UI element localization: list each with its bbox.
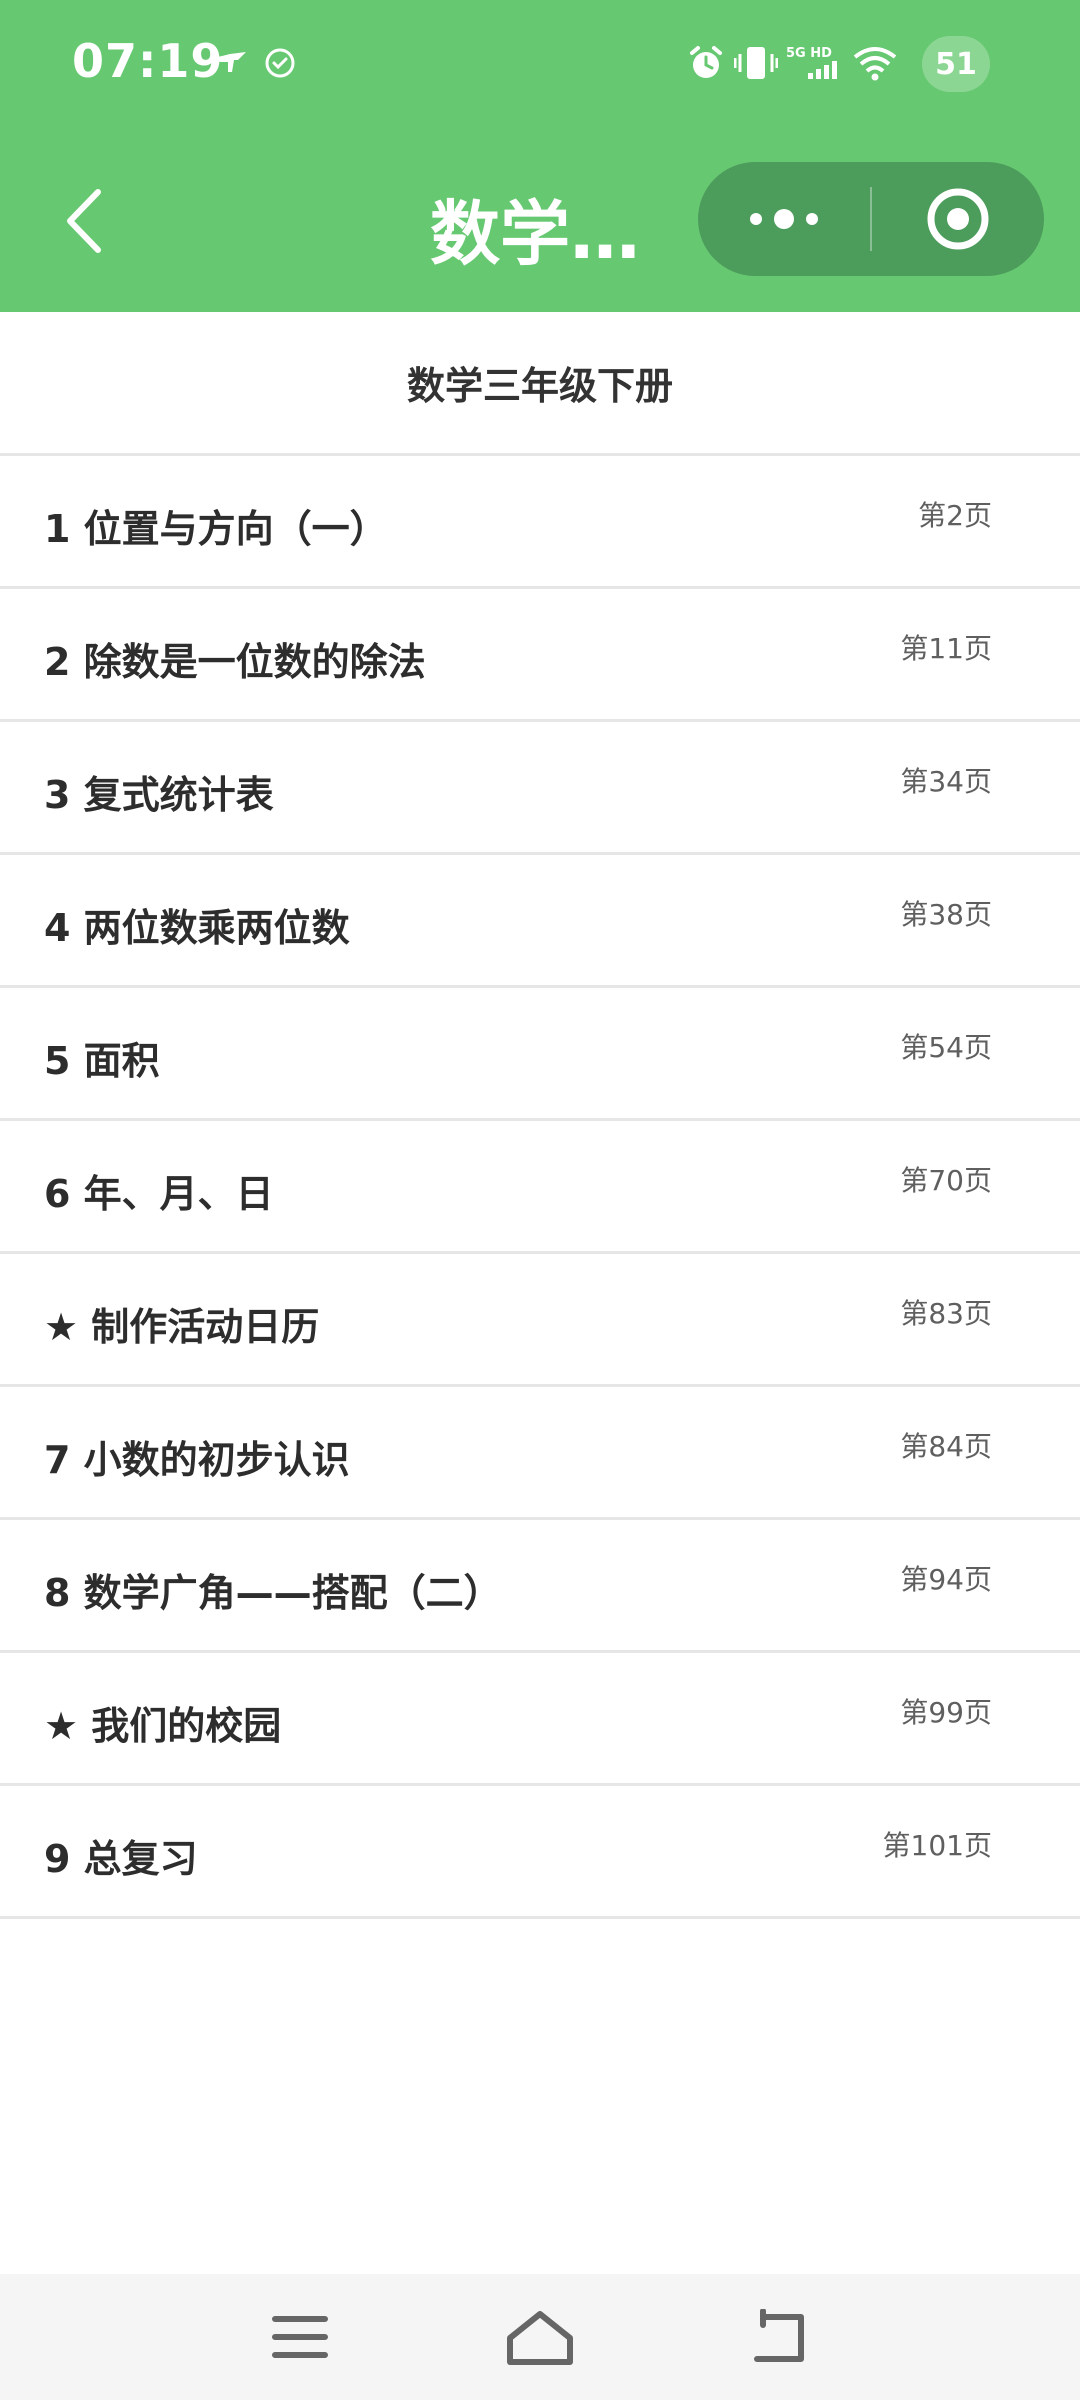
chapter-name: 3 复式统计表 [44, 773, 274, 817]
chapter-name: 7 小数的初步认识 [44, 1438, 350, 1482]
chapter-name: ★ 我们的校园 [44, 1704, 282, 1748]
content-area: 数学三年级下册 1 位置与方向（一） 第2页 2 除数是一位数的除法 第11页 … [0, 312, 1080, 1919]
chapter-row[interactable]: 8 数学广角——搭配（二） 第94页 [0, 1520, 1080, 1653]
target-icon [927, 188, 989, 250]
chapter-row[interactable]: ★ 我们的校园 第99页 [0, 1653, 1080, 1786]
check-circle-icon [262, 46, 298, 80]
chapter-row[interactable]: ★ 制作活动日历 第83页 [0, 1254, 1080, 1387]
book-title: 数学三年级下册 [0, 312, 1080, 456]
chapter-list: 1 位置与方向（一） 第2页 2 除数是一位数的除法 第11页 3 复式统计表 … [0, 456, 1080, 1919]
mini-program-capsule [698, 162, 1044, 276]
chapter-page: 第2页 [918, 499, 992, 532]
back-arrow-icon [754, 2309, 804, 2362]
more-button[interactable] [698, 162, 870, 276]
chapter-row[interactable]: 7 小数的初步认识 第84页 [0, 1387, 1080, 1520]
close-mini-program-button[interactable] [872, 162, 1044, 276]
chapter-name: 6 年、月、日 [44, 1172, 274, 1216]
chapter-page: 第99页 [900, 1696, 992, 1729]
chapter-name: 8 数学广角——搭配（二） [44, 1571, 502, 1615]
menu-button[interactable] [255, 2292, 345, 2382]
chapter-name: ★ 制作活动日历 [44, 1305, 320, 1349]
chapter-name: 1 位置与方向（一） [44, 507, 388, 551]
chapter-row[interactable]: 1 位置与方向（一） 第2页 [0, 456, 1080, 589]
chapter-name: 2 除数是一位数的除法 [44, 640, 426, 684]
chapter-name: 4 两位数乘两位数 [44, 906, 350, 950]
chapter-page: 第11页 [900, 632, 992, 665]
chapter-page: 第70页 [900, 1164, 992, 1197]
system-back-button[interactable] [735, 2292, 825, 2382]
navigation-bar: 数学… [0, 150, 1080, 290]
chapter-page: 第84页 [900, 1430, 992, 1463]
chapter-row[interactable]: 9 总复习 第101页 [0, 1786, 1080, 1919]
home-button[interactable] [495, 2292, 585, 2382]
chapter-page: 第83页 [900, 1297, 992, 1330]
signal-icon: 5G HD [786, 46, 840, 80]
page-title: 数学… [430, 193, 640, 275]
chapter-row[interactable]: 3 复式统计表 第34页 [0, 722, 1080, 855]
chapter-row[interactable]: 6 年、月、日 第70页 [0, 1121, 1080, 1254]
more-dots-icon [750, 209, 818, 229]
menu-icon [272, 2316, 328, 2358]
bird-notification-icon [208, 46, 252, 80]
alarm-icon [686, 46, 726, 80]
status-bar: 07:19 5G HD 51 [0, 0, 1080, 130]
vibrate-icon [734, 46, 778, 80]
chapter-page: 第34页 [900, 765, 992, 798]
chapter-page: 第101页 [882, 1829, 992, 1862]
chapter-row[interactable]: 5 面积 第54页 [0, 988, 1080, 1121]
chapter-page: 第54页 [900, 1031, 992, 1064]
chevron-left-icon [67, 189, 101, 253]
system-navigation-bar [0, 2274, 1080, 2400]
chapter-row[interactable]: 4 两位数乘两位数 第38页 [0, 855, 1080, 988]
network-label: 5G HD [786, 46, 832, 61]
header: 07:19 5G HD 51 数学… [0, 0, 1080, 312]
home-icon [507, 2311, 573, 2365]
notification-badge: 51 [922, 36, 990, 92]
chapter-row[interactable]: 2 除数是一位数的除法 第11页 [0, 589, 1080, 722]
chapter-page: 第38页 [900, 898, 992, 931]
back-button[interactable] [44, 176, 124, 266]
chapter-page: 第94页 [900, 1563, 992, 1596]
status-time: 07:19 [72, 34, 224, 88]
chapter-name: 5 面积 [44, 1039, 160, 1083]
chapter-name: 9 总复习 [44, 1837, 198, 1881]
wifi-icon [850, 46, 900, 81]
